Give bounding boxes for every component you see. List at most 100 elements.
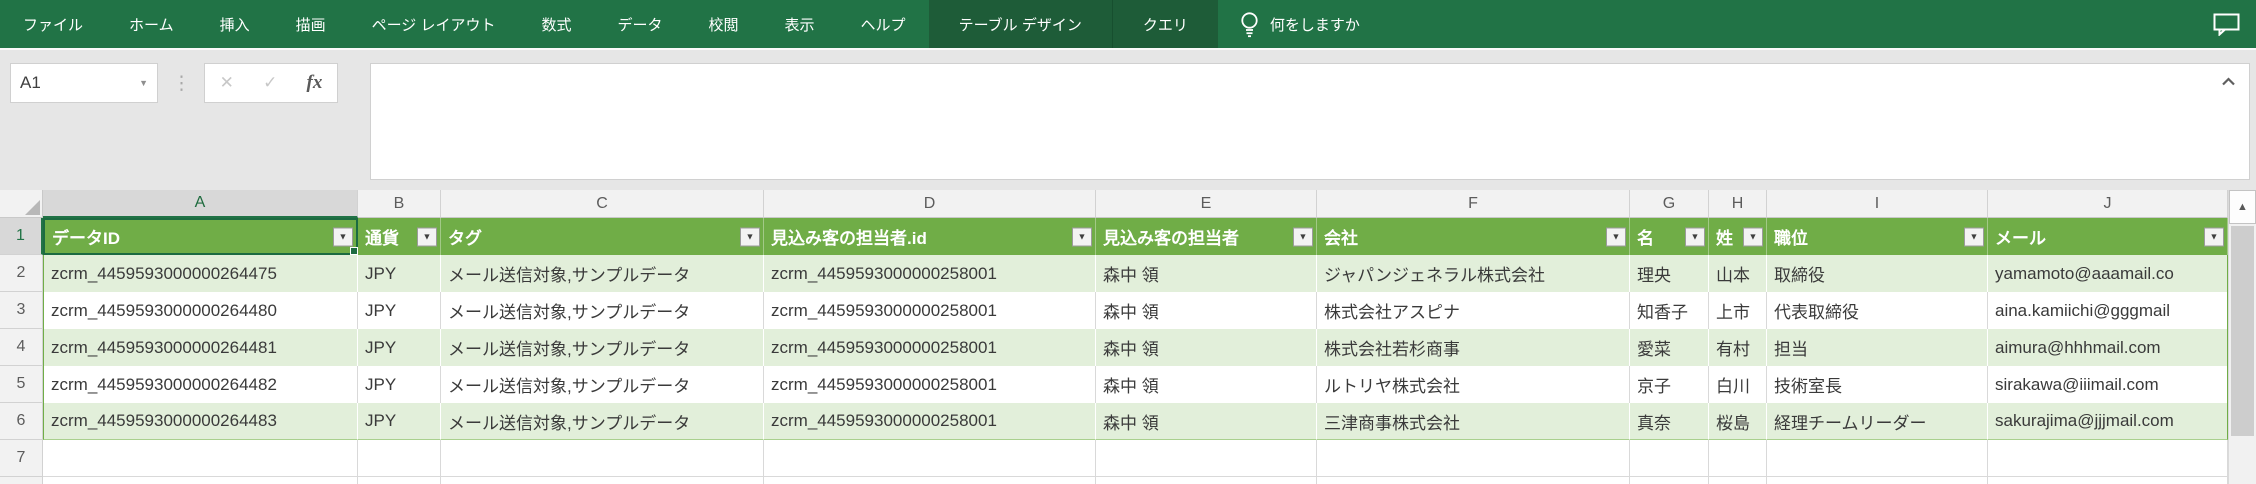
- column-header-D[interactable]: D: [764, 190, 1096, 218]
- ribbon-tab-data[interactable]: データ: [595, 0, 686, 48]
- cell-H5[interactable]: 白川: [1709, 366, 1767, 403]
- cell-B3[interactable]: JPY: [358, 292, 441, 329]
- scrollbar-thumb[interactable]: [2231, 226, 2254, 436]
- cell-J7[interactable]: [1988, 440, 2228, 477]
- cell-J5[interactable]: sirakawa@iiimail.com: [1988, 366, 2228, 403]
- filter-button-H[interactable]: ▼: [1743, 227, 1763, 246]
- row-header-1[interactable]: 1: [0, 218, 43, 255]
- cell-J2[interactable]: yamamoto@aaamail.co: [1988, 255, 2228, 292]
- ribbon-tab-insert[interactable]: 挿入: [197, 0, 273, 48]
- ribbon-tab-query[interactable]: クエリ: [1112, 0, 1218, 48]
- ribbon-tab-view[interactable]: 表示: [762, 0, 838, 48]
- cell-H4[interactable]: 有村: [1709, 329, 1767, 366]
- ribbon-tab-formulas[interactable]: 数式: [518, 0, 594, 48]
- cell-A3[interactable]: zcrm_4459593000000264480: [43, 292, 358, 329]
- cell-E4[interactable]: 森中 領: [1096, 329, 1317, 366]
- cell-I7[interactable]: [1767, 440, 1988, 477]
- column-header-B[interactable]: B: [358, 190, 441, 218]
- cell-B5[interactable]: JPY: [358, 366, 441, 403]
- cell-F3[interactable]: 株式会社アスピナ: [1317, 292, 1630, 329]
- column-header-H[interactable]: H: [1709, 190, 1767, 218]
- tell-me-box[interactable]: 何をしますか: [1218, 0, 1382, 48]
- name-box[interactable]: A1 ▼: [10, 63, 158, 103]
- row-header-partial[interactable]: [0, 477, 43, 484]
- header-cell-F1[interactable]: 会社▼: [1317, 218, 1630, 255]
- filter-button-F[interactable]: ▼: [1606, 227, 1626, 246]
- header-cell-C1[interactable]: タグ▼: [441, 218, 764, 255]
- cell-I3[interactable]: 代表取締役: [1767, 292, 1988, 329]
- collapse-formula-bar-icon[interactable]: [2221, 73, 2236, 91]
- cell-B6[interactable]: JPY: [358, 403, 441, 440]
- cell-A5[interactable]: zcrm_4459593000000264482: [43, 366, 358, 403]
- ribbon-tab-page-layout[interactable]: ページ レイアウト: [349, 0, 519, 48]
- fill-handle[interactable]: [350, 247, 358, 255]
- row-header-3[interactable]: 3: [0, 292, 43, 329]
- cell-D5[interactable]: zcrm_4459593000000258001: [764, 366, 1096, 403]
- filter-button-J[interactable]: ▼: [2204, 227, 2224, 246]
- cell-I2[interactable]: 取締役: [1767, 255, 1988, 292]
- row-header-7[interactable]: 7: [0, 440, 43, 477]
- cell-I4[interactable]: 担当: [1767, 329, 1988, 366]
- cancel-icon[interactable]: ✕: [220, 73, 234, 93]
- cell-C7[interactable]: [441, 440, 764, 477]
- column-header-J[interactable]: J: [1988, 190, 2228, 218]
- select-all-corner[interactable]: [0, 190, 43, 218]
- cell-C2[interactable]: メール送信対象,サンプルデータ: [441, 255, 764, 292]
- column-header-E[interactable]: E: [1096, 190, 1317, 218]
- cell-B2[interactable]: JPY: [358, 255, 441, 292]
- header-cell-A1[interactable]: データID▼: [43, 218, 358, 255]
- cell-C3[interactable]: メール送信対象,サンプルデータ: [441, 292, 764, 329]
- cell-F6[interactable]: 三津商事株式会社: [1317, 403, 1630, 440]
- cell-G4[interactable]: 愛菜: [1630, 329, 1709, 366]
- enter-icon[interactable]: ✓: [263, 73, 277, 93]
- cell-A6[interactable]: zcrm_4459593000000264483: [43, 403, 358, 440]
- header-cell-J1[interactable]: メール▼: [1988, 218, 2228, 255]
- filter-button-E[interactable]: ▼: [1293, 227, 1313, 246]
- column-header-F[interactable]: F: [1317, 190, 1630, 218]
- row-header-5[interactable]: 5: [0, 366, 43, 403]
- filter-button-D[interactable]: ▼: [1072, 227, 1092, 246]
- cell-F7[interactable]: [1317, 440, 1630, 477]
- cell-E5[interactable]: 森中 領: [1096, 366, 1317, 403]
- filter-button-G[interactable]: ▼: [1685, 227, 1705, 246]
- ribbon-tab-help[interactable]: ヘルプ: [838, 0, 929, 48]
- cell-D2[interactable]: zcrm_4459593000000258001: [764, 255, 1096, 292]
- column-header-G[interactable]: G: [1630, 190, 1709, 218]
- filter-button-A[interactable]: ▼: [333, 227, 353, 246]
- cell-J6[interactable]: sakurajima@jjjmail.com: [1988, 403, 2228, 440]
- name-box-dropdown-icon[interactable]: ▼: [139, 78, 148, 88]
- cell-E3[interactable]: 森中 領: [1096, 292, 1317, 329]
- cell-D7[interactable]: [764, 440, 1096, 477]
- cell-F2[interactable]: ジャパンジェネラル株式会社: [1317, 255, 1630, 292]
- header-cell-H1[interactable]: 姓▼: [1709, 218, 1767, 255]
- header-cell-B1[interactable]: 通貨▼: [358, 218, 441, 255]
- header-cell-D1[interactable]: 見込み客の担当者.id▼: [764, 218, 1096, 255]
- column-header-C[interactable]: C: [441, 190, 764, 218]
- cell-H7[interactable]: [1709, 440, 1767, 477]
- filter-button-C[interactable]: ▼: [740, 227, 760, 246]
- cell-B7[interactable]: [358, 440, 441, 477]
- cell-A4[interactable]: zcrm_4459593000000264481: [43, 329, 358, 366]
- cell-D3[interactable]: zcrm_4459593000000258001: [764, 292, 1096, 329]
- cell-F5[interactable]: ルトリヤ株式会社: [1317, 366, 1630, 403]
- row-header-2[interactable]: 2: [0, 255, 43, 292]
- cell-J4[interactable]: aimura@hhhmail.com: [1988, 329, 2228, 366]
- ribbon-tab-file[interactable]: ファイル: [0, 0, 106, 48]
- insert-function-icon[interactable]: fx: [307, 72, 323, 94]
- cell-E7[interactable]: [1096, 440, 1317, 477]
- header-cell-E1[interactable]: 見込み客の担当者▼: [1096, 218, 1317, 255]
- filter-button-I[interactable]: ▼: [1964, 227, 1984, 246]
- ribbon-tab-table-design[interactable]: テーブル デザイン: [929, 0, 1112, 48]
- column-header-I[interactable]: I: [1767, 190, 1988, 218]
- row-header-6[interactable]: 6: [0, 403, 43, 440]
- cell-B4[interactable]: JPY: [358, 329, 441, 366]
- cell-G2[interactable]: 理央: [1630, 255, 1709, 292]
- row-header-4[interactable]: 4: [0, 329, 43, 366]
- cell-C4[interactable]: メール送信対象,サンプルデータ: [441, 329, 764, 366]
- cell-I5[interactable]: 技術室長: [1767, 366, 1988, 403]
- cell-A2[interactable]: zcrm_4459593000000264475: [43, 255, 358, 292]
- cell-E6[interactable]: 森中 領: [1096, 403, 1317, 440]
- ribbon-tab-draw[interactable]: 描画: [273, 0, 349, 48]
- cell-E2[interactable]: 森中 領: [1096, 255, 1317, 292]
- cell-H3[interactable]: 上市: [1709, 292, 1767, 329]
